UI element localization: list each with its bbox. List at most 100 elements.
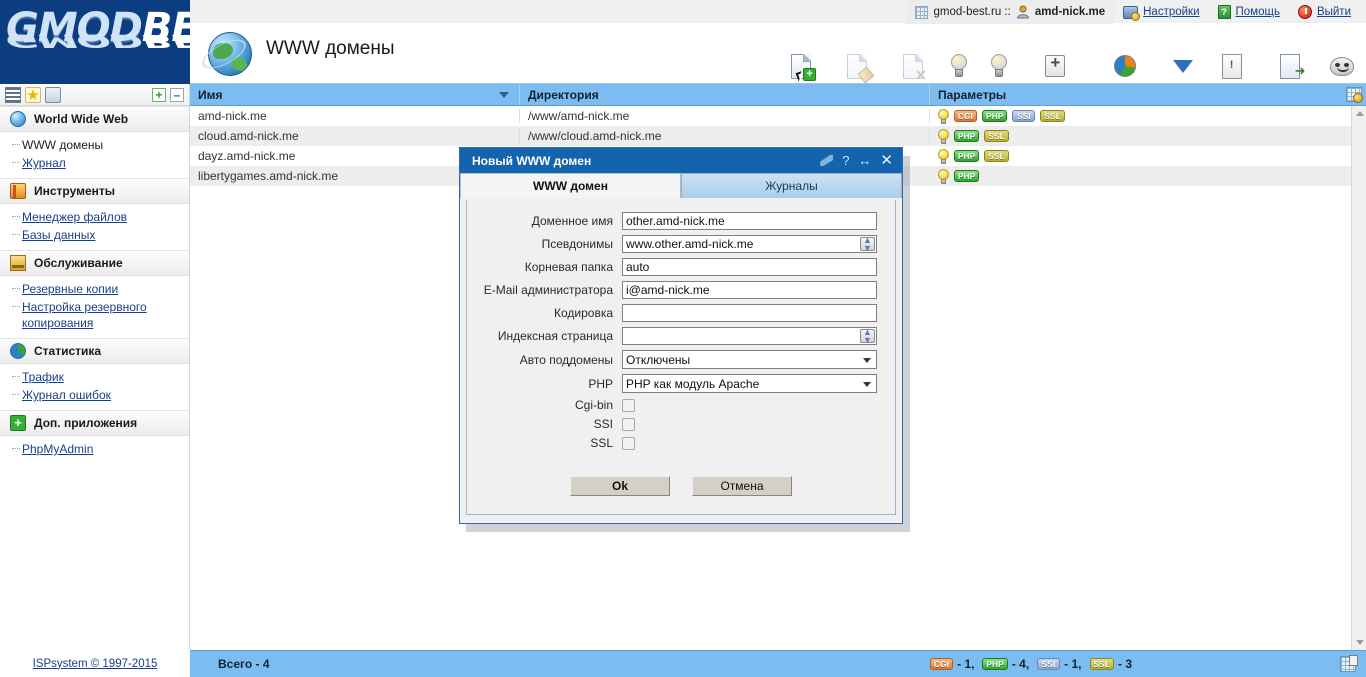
- plus-icon: +: [10, 415, 26, 431]
- close-icon[interactable]: ✕: [880, 153, 893, 168]
- scroll-down-button[interactable]: [1352, 635, 1366, 650]
- column-header-parameters[interactable]: Параметры: [930, 84, 1366, 105]
- ok-button[interactable]: Ok: [570, 476, 670, 496]
- control-php: PHP как модуль Apache: [622, 374, 877, 393]
- index-page-input[interactable]: [622, 327, 877, 345]
- field-row-ssl: SSL: [467, 436, 895, 450]
- cgi-bin-checkbox[interactable]: [622, 398, 635, 412]
- control-charset: [622, 304, 877, 322]
- logout-label[interactable]: Выйти: [1317, 6, 1351, 18]
- sidebar-item-traffic[interactable]: Трафик: [0, 368, 189, 386]
- logo-reflection-primary: GMOD: [6, 30, 142, 52]
- help-label[interactable]: Помощь: [1236, 6, 1280, 18]
- aliases-input[interactable]: [622, 235, 877, 253]
- php-mode-select[interactable]: PHP как модуль Apache: [622, 374, 877, 393]
- list-icon[interactable]: [5, 86, 21, 103]
- sidebar-group-header-maintenance[interactable]: Обслуживание: [0, 250, 189, 276]
- root-folder-input[interactable]: [622, 258, 877, 276]
- param-badge-php: PHP: [954, 130, 980, 142]
- chart-icon: [10, 343, 26, 359]
- label-ssl: SSL: [590, 436, 613, 450]
- tab-logs[interactable]: Журналы: [681, 173, 902, 198]
- label-root-folder: Корневая папка: [524, 260, 613, 274]
- sidebar-item-label: Настройка резервного копирования: [22, 300, 147, 330]
- globe-icon: [10, 111, 26, 127]
- site-logo: GMODBEST GMODBEST: [0, 0, 190, 84]
- sidebar-item-file-manager[interactable]: Менеджер файлов: [0, 208, 189, 226]
- logo-reflection-secondary: BEST: [141, 30, 190, 52]
- sidebar-group-header-statistics[interactable]: Статистика: [0, 338, 189, 364]
- tab-www-domain[interactable]: WWW домен: [460, 173, 681, 198]
- table-row[interactable]: cloud.amd-nick.me /www/cloud.amd-nick.me…: [190, 126, 1366, 146]
- status-lamp-icon: [938, 108, 949, 124]
- sidebar-group-header-tools[interactable]: Инструменты: [0, 178, 189, 204]
- label-cgi-bin: Cgi-bin: [574, 398, 613, 412]
- control-admin-email: [622, 281, 877, 299]
- dialog-body: Доменное имя Псевдонимы ▲▼ Корневая папк…: [466, 200, 896, 515]
- export-table-icon[interactable]: [1340, 655, 1358, 672]
- count-cgi: - 1,: [957, 657, 975, 671]
- column-header-name[interactable]: Имя: [190, 84, 520, 105]
- column-settings-icon[interactable]: [1346, 87, 1363, 103]
- logout-button[interactable]: Выйти: [1289, 0, 1360, 24]
- param-badge-php: PHP: [982, 658, 1008, 670]
- chevron-down-icon: [863, 382, 871, 387]
- table-row[interactable]: amd-nick.me /www/amd-nick.me CGI PHP SSI…: [190, 106, 1366, 126]
- power-icon: [1297, 5, 1312, 19]
- param-badge-ssl: SSL: [1089, 658, 1114, 670]
- help-button[interactable]: ? Помощь: [1209, 0, 1289, 24]
- param-badge-ssl: SSL: [984, 130, 1009, 142]
- sidebar-group-tools: Инструменты Менеджер файлов Базы данных: [0, 178, 189, 250]
- index-page-expand-button[interactable]: ▲ ▼: [860, 328, 875, 345]
- collapse-all-icon[interactable]: –: [170, 87, 184, 102]
- cancel-button[interactable]: Отмена: [692, 476, 792, 496]
- sidebar-item-databases[interactable]: Базы данных: [0, 226, 189, 244]
- sidebar-item-label: WWW домены: [22, 138, 104, 152]
- sidebar-item-phpmyadmin[interactable]: PhpMyAdmin: [0, 440, 189, 458]
- pie-chart-icon: [1114, 50, 1137, 82]
- sidebar-item-www-log[interactable]: Журнал: [0, 154, 189, 172]
- cell-parameters: CGI PHP SSI SSL: [930, 108, 1366, 124]
- scroll-up-button[interactable]: [1352, 106, 1366, 121]
- vertical-scrollbar[interactable]: [1351, 106, 1366, 650]
- account-name: amd-nick.me: [1034, 6, 1106, 18]
- sidebar-item-label: Трафик: [22, 370, 64, 384]
- grid-icon: [915, 5, 929, 19]
- control-aliases: ▲▼: [622, 235, 877, 253]
- label-aliases: Псевдонимы: [541, 237, 613, 251]
- sidebar-item-backup-settings[interactable]: Настройка резервного копирования: [0, 298, 189, 332]
- control-cgi-bin: [622, 398, 635, 412]
- ssl-checkbox[interactable]: [622, 436, 635, 450]
- cell-parameters: PHP SSL: [930, 148, 1366, 164]
- ssi-checkbox[interactable]: [622, 417, 635, 431]
- sidebar-item-www-domains[interactable]: WWW домены: [0, 136, 189, 154]
- copyright-link[interactable]: ISPsystem © 1997-2015: [33, 658, 158, 670]
- charset-input[interactable]: [622, 304, 877, 322]
- help-icon[interactable]: ?: [842, 153, 849, 168]
- param-badge-ssi: SSI: [1012, 110, 1036, 122]
- clipboard-icon[interactable]: [45, 86, 61, 103]
- dialog-title-bar: Новый WWW домен ? ↔ ✕: [460, 148, 902, 173]
- sidebar-group-maintenance: Обслуживание Резервные копии Настройка р…: [0, 250, 189, 338]
- admin-email-input[interactable]: [622, 281, 877, 299]
- top-bar: gmod-best.ru :: amd-nick.me Настройки ? …: [190, 0, 1366, 24]
- star-icon[interactable]: ★: [25, 86, 41, 103]
- aliases-expand-button[interactable]: ▲ ▼: [860, 236, 875, 253]
- settings-label[interactable]: Настройки: [1143, 6, 1199, 18]
- label-admin-email: E-Mail администратора: [483, 283, 613, 297]
- column-header-directory[interactable]: Директория: [520, 84, 930, 105]
- sidebar-item-label: Резервные копии: [22, 282, 119, 296]
- param-badge-cgi: CGI: [954, 110, 978, 122]
- resize-icon[interactable]: ↔: [858, 153, 871, 168]
- sidebar-group-header-apps[interactable]: + Доп. приложения: [0, 410, 189, 436]
- domain-name-input[interactable]: [622, 212, 877, 230]
- sidebar-group-title: Инструменты: [34, 184, 116, 198]
- sidebar-item-backups[interactable]: Резервные копии: [0, 280, 189, 298]
- settings-button[interactable]: Настройки: [1114, 0, 1208, 24]
- auto-subdomains-select[interactable]: Отключены: [622, 350, 877, 369]
- brush-icon[interactable]: [820, 155, 834, 166]
- sidebar-item-error-log[interactable]: Журнал ошибок: [0, 386, 189, 404]
- expand-all-icon[interactable]: +: [152, 87, 166, 102]
- cell-directory: /www/cloud.amd-nick.me: [520, 129, 930, 143]
- sidebar-group-header-www[interactable]: World Wide Web: [0, 106, 189, 132]
